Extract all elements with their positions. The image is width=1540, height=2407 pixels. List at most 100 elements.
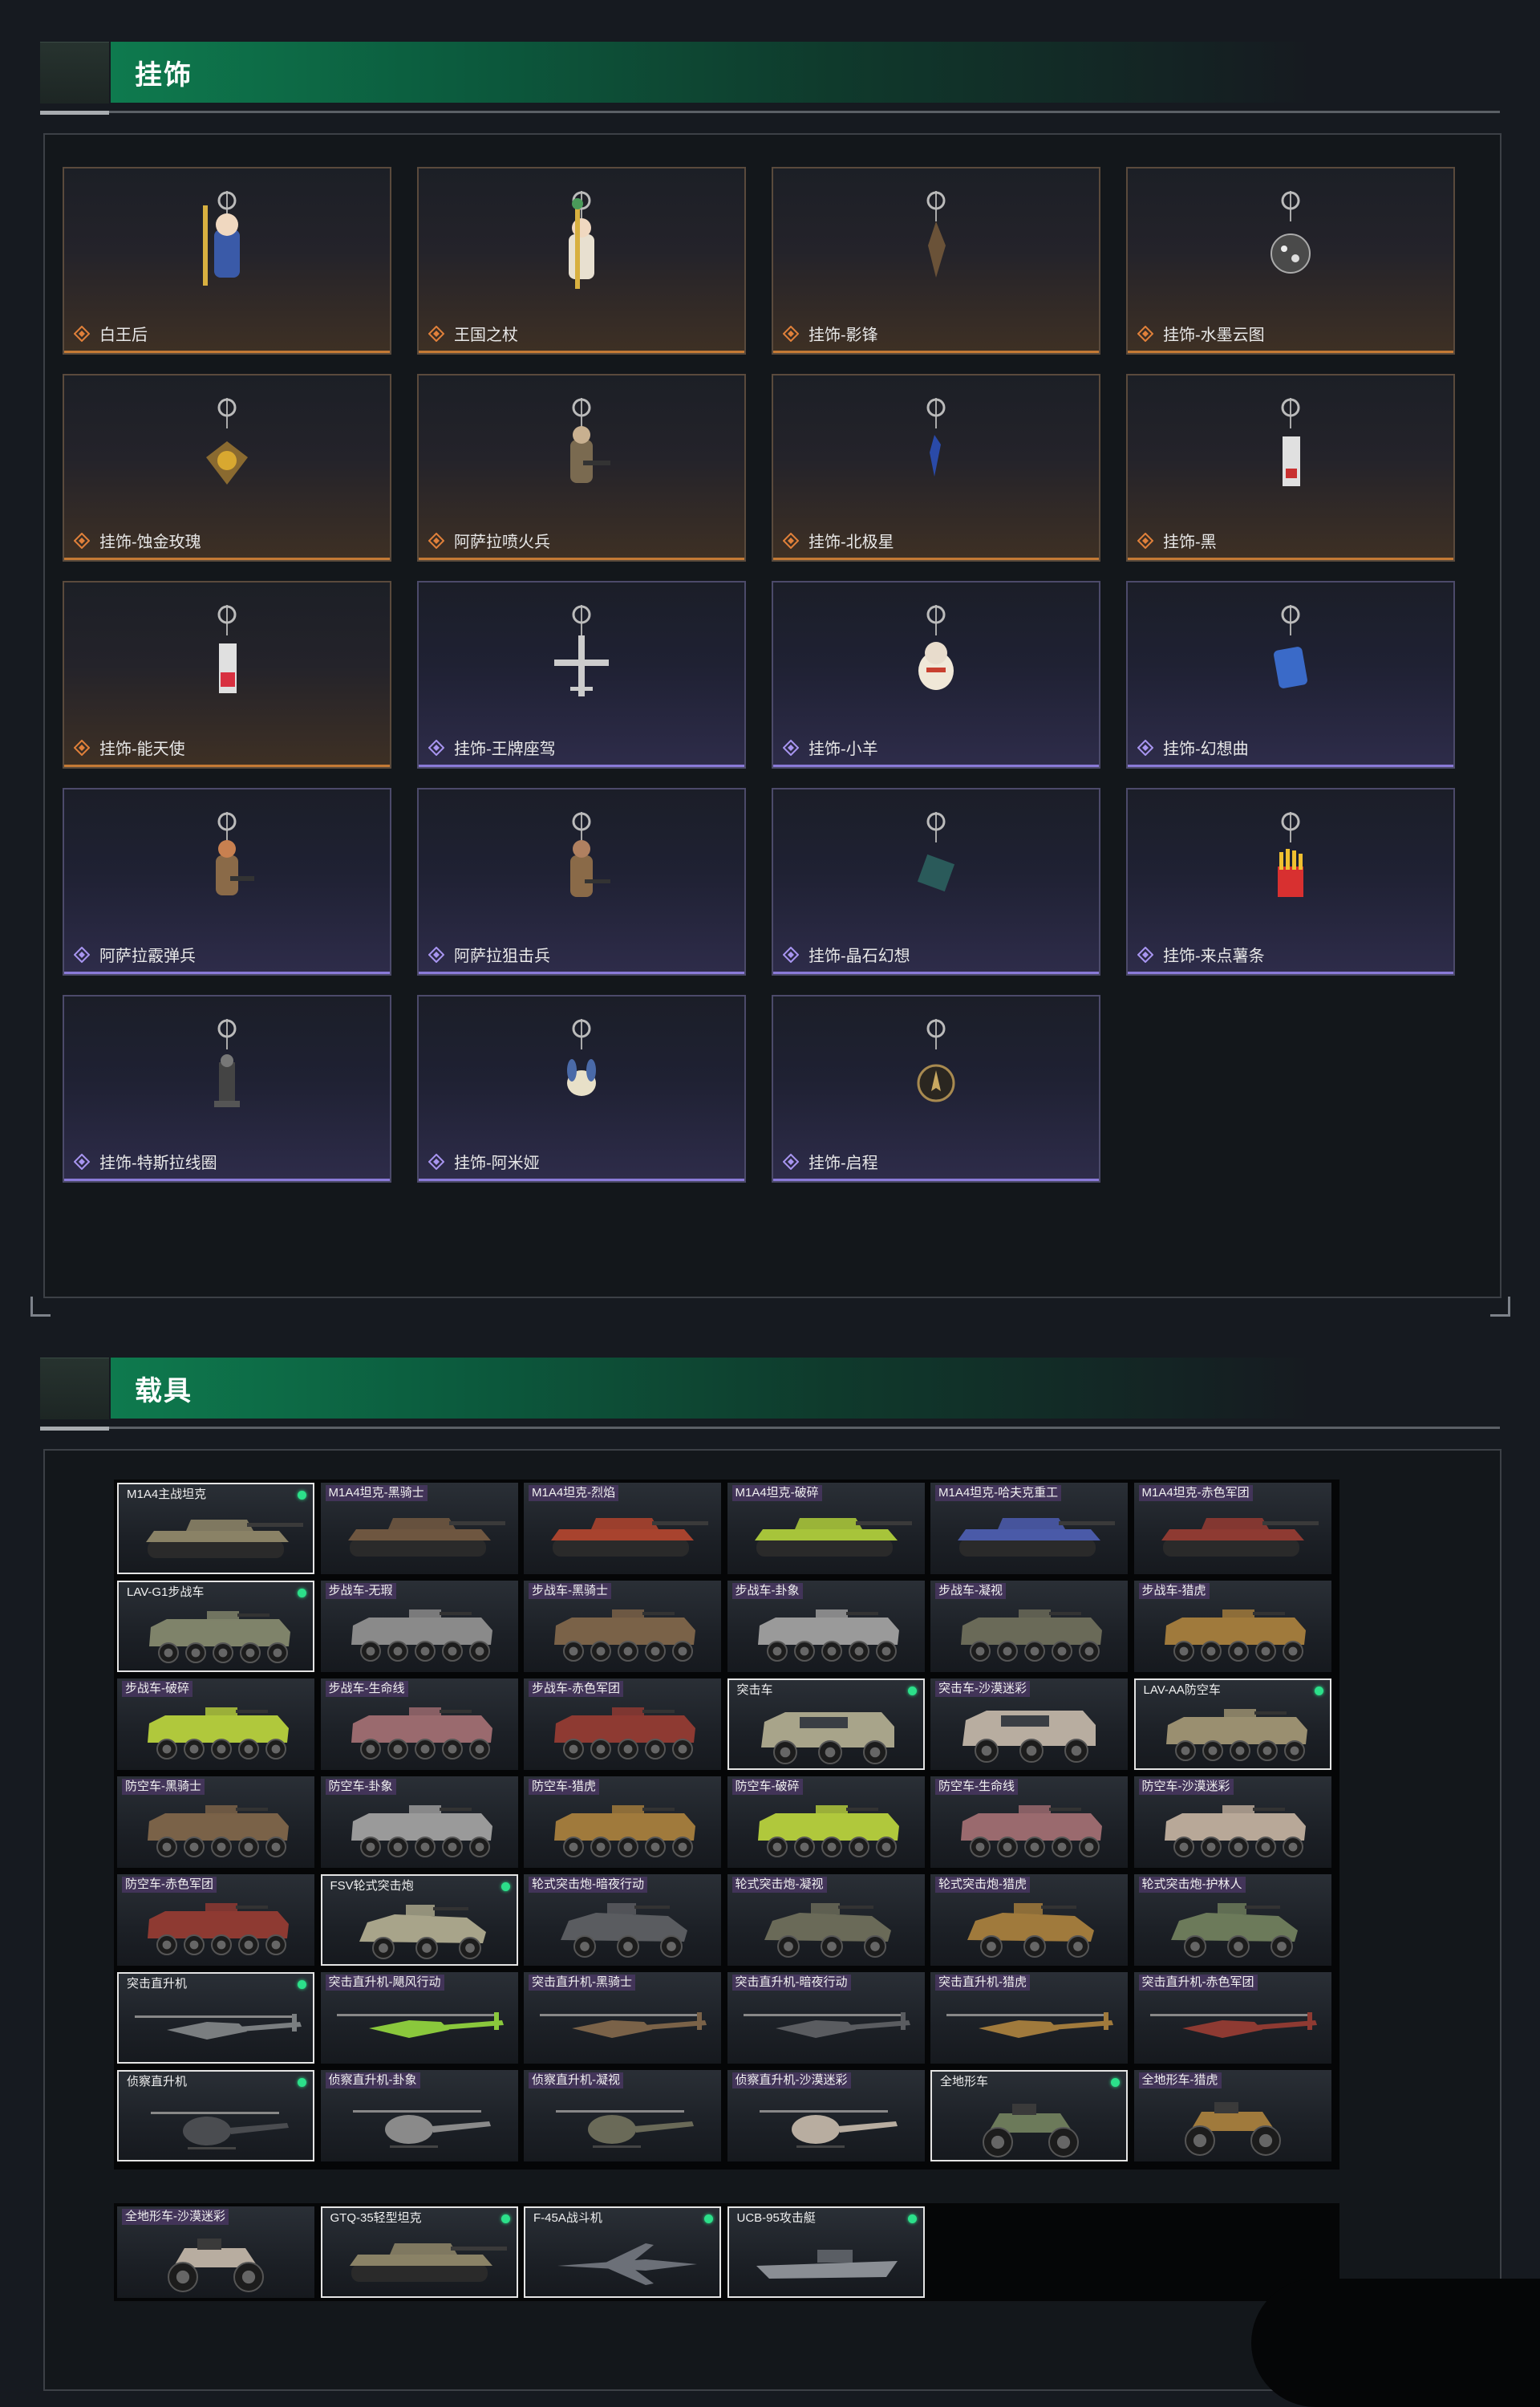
vehicle-skin-tile[interactable]: M1A4坦克-黑骑士 bbox=[320, 1483, 518, 1574]
rarity-diamond-icon bbox=[782, 1153, 800, 1171]
jet-charm-icon bbox=[533, 603, 630, 716]
pendant-card[interactable]: 挂饰-小羊 bbox=[772, 581, 1100, 769]
rarity-diamond-icon bbox=[1137, 532, 1154, 550]
vehicle-skin-tile[interactable]: 侦察直升机-沙漠迷彩 bbox=[727, 2070, 925, 2161]
vehicle-skin-name: 步战车-赤色军团 bbox=[529, 1681, 623, 1697]
vehicle-skin-tile[interactable]: M1A4坦克-破碎 bbox=[727, 1483, 925, 1574]
vehicle-skin-tile[interactable]: 步战车-黑骑士 bbox=[524, 1581, 721, 1672]
vehicle-skin-tile[interactable]: UCB-95攻击艇 bbox=[727, 2206, 925, 2298]
vehicle-skin-tile[interactable]: 步战车-卦象 bbox=[727, 1581, 925, 1672]
section-tab-stub bbox=[40, 42, 109, 104]
vehicle-skin-tile[interactable]: 突击直升机-猎虎 bbox=[930, 1972, 1128, 2064]
pendant-card[interactable]: 挂饰-阿米娅 bbox=[417, 995, 746, 1183]
pendant-card[interactable]: 挂饰-王牌座驾 bbox=[417, 581, 746, 769]
vehicle-skin-tile[interactable]: LAV-AA防空车 bbox=[1133, 1678, 1331, 1770]
vehicle-skin-name: F-45A战斗机 bbox=[533, 2211, 602, 2225]
rarity-diamond-icon bbox=[73, 532, 91, 550]
pendant-card[interactable]: 挂饰-来点薯条 bbox=[1126, 788, 1455, 976]
pendant-card[interactable]: 挂饰-蚀金玫瑰 bbox=[63, 374, 391, 562]
vehicle-skin-name: 防空车-猎虎 bbox=[529, 1779, 599, 1795]
vehicle-skin-tile[interactable]: 防空车-赤色军团 bbox=[117, 1874, 314, 1966]
vehicle-skin-name: M1A4坦克-黑骑士 bbox=[325, 1485, 428, 1501]
vehicle-skin-name: 突击直升机-暗夜行动 bbox=[732, 1975, 851, 1991]
pendant-name: 阿萨拉狙击兵 bbox=[454, 948, 550, 965]
owned-status-dot-icon bbox=[907, 1687, 917, 1695]
vehicle-skin-name: 突击直升机 bbox=[127, 1977, 188, 1991]
pendant-card[interactable]: 阿萨拉喷火兵 bbox=[417, 374, 746, 562]
vehicle-skin-tile[interactable]: 突击直升机 bbox=[117, 1972, 314, 2064]
pendant-card[interactable]: 挂饰-特斯拉线圈 bbox=[63, 995, 391, 1183]
rarity-diamond-icon bbox=[428, 946, 445, 964]
owned-status-dot-icon bbox=[298, 1589, 306, 1597]
sheep-charm-icon bbox=[888, 603, 984, 716]
pendant-card[interactable]: 挂饰-影锋 bbox=[772, 167, 1100, 355]
vehicle-skin-tile[interactable]: 防空车-黑骑士 bbox=[117, 1776, 314, 1868]
vehicle-skin-tile[interactable]: LAV-G1步战车 bbox=[117, 1581, 314, 1672]
pendant-name: 阿萨拉喷火兵 bbox=[454, 534, 550, 551]
vehicle-skin-tile[interactable]: M1A4坦克-哈夫克重工 bbox=[930, 1483, 1128, 1574]
section-title-bar bbox=[111, 1358, 1314, 1419]
shotgun-soldier-icon bbox=[179, 810, 275, 923]
pendant-card[interactable]: 挂饰-启程 bbox=[772, 995, 1100, 1183]
vehicle-skin-tile[interactable]: 轮式突击炮-护林人 bbox=[1133, 1874, 1331, 1966]
vehicle-skin-tile[interactable]: 防空车-卦象 bbox=[320, 1776, 518, 1868]
pendant-card[interactable]: 挂饰-水墨云图 bbox=[1126, 167, 1455, 355]
vehicles-section-title: 载具 bbox=[135, 1376, 192, 1406]
vehicle-skin-tile[interactable]: 突击直升机-飓风行动 bbox=[320, 1972, 518, 2064]
vehicle-skin-tile[interactable]: 轮式突击炮-凝视 bbox=[727, 1874, 925, 1966]
vehicle-skin-tile[interactable]: M1A4坦克-烈焰 bbox=[524, 1483, 721, 1574]
vehicle-skin-tile[interactable]: 防空车-猎虎 bbox=[524, 1776, 721, 1868]
pendant-card[interactable]: 王国之杖 bbox=[417, 167, 746, 355]
vehicle-skin-tile[interactable]: 侦察直升机-凝视 bbox=[524, 2070, 721, 2161]
pendant-card[interactable]: 阿萨拉霰弹兵 bbox=[63, 788, 391, 976]
vehicle-skin-tile[interactable]: 突击直升机-赤色军团 bbox=[1133, 1972, 1331, 2064]
vehicle-skin-tile[interactable]: 轮式突击炮-暗夜行动 bbox=[524, 1874, 721, 1966]
vehicle-skin-tile[interactable]: 突击直升机-暗夜行动 bbox=[727, 1972, 925, 2064]
vehicle-skin-tile[interactable]: 步战车-生命线 bbox=[320, 1678, 518, 1770]
rarity-diamond-icon bbox=[73, 1153, 91, 1171]
vehicle-skin-tile[interactable]: 侦察直升机 bbox=[117, 2070, 314, 2161]
owned-status-dot-icon bbox=[298, 1980, 306, 1989]
rarity-diamond-icon bbox=[428, 532, 445, 550]
pendant-name: 挂饰-蚀金玫瑰 bbox=[99, 534, 201, 551]
vehicle-skin-tile[interactable]: 步战车-无瑕 bbox=[320, 1581, 518, 1672]
vehicle-skin-tile[interactable]: 步战车-破碎 bbox=[117, 1678, 314, 1770]
pendant-card[interactable]: 阿萨拉狙击兵 bbox=[417, 788, 746, 976]
pendant-card[interactable]: 挂饰-晶石幻想 bbox=[772, 788, 1100, 976]
blade-charm-icon bbox=[888, 189, 984, 302]
vehicle-skin-name: 轮式突击炮-凝视 bbox=[732, 1877, 827, 1893]
pendant-name: 挂饰-影锋 bbox=[808, 327, 878, 344]
pendant-card[interactable]: 白王后 bbox=[63, 167, 391, 355]
vehicle-skin-tile[interactable]: 突击车-沙漠迷彩 bbox=[930, 1678, 1128, 1770]
vehicle-skin-tile[interactable]: 防空车-沙漠迷彩 bbox=[1133, 1776, 1331, 1868]
vehicle-skin-tile[interactable]: 防空车-生命线 bbox=[930, 1776, 1128, 1868]
vehicle-skin-tile[interactable]: 防空车-破碎 bbox=[727, 1776, 925, 1868]
pendant-name: 阿萨拉霰弹兵 bbox=[99, 948, 196, 965]
vehicle-skin-tile[interactable]: 轮式突击炮-猎虎 bbox=[930, 1874, 1128, 1966]
vehicle-skin-tile[interactable]: GTQ-35轻型坦克 bbox=[320, 2206, 518, 2298]
vehicle-skin-tile[interactable]: 全地形车 bbox=[930, 2070, 1128, 2161]
vehicle-skin-tile[interactable]: FSV轮式突击炮 bbox=[320, 1874, 518, 1966]
pendant-name: 挂饰-阿米娅 bbox=[454, 1155, 540, 1172]
sniper-soldier-icon bbox=[533, 810, 630, 923]
vehicle-skin-tile[interactable]: 步战车-凝视 bbox=[930, 1581, 1128, 1672]
vehicle-skin-tile[interactable]: 步战车-猎虎 bbox=[1133, 1581, 1331, 1672]
vehicle-skin-tile[interactable]: M1A4坦克-赤色军团 bbox=[1133, 1483, 1331, 1574]
crystal-charm-icon bbox=[1242, 603, 1339, 716]
vehicle-skin-tile[interactable]: F-45A战斗机 bbox=[524, 2206, 721, 2298]
pendant-card[interactable]: 挂饰-能天使 bbox=[63, 581, 391, 769]
vehicle-skin-name: 防空车-赤色军团 bbox=[122, 1877, 217, 1893]
vehicle-skin-tile[interactable]: 侦察直升机-卦象 bbox=[320, 2070, 518, 2161]
vehicle-skin-tile[interactable]: 突击车 bbox=[727, 1678, 925, 1770]
vehicle-skin-name: M1A4主战坦克 bbox=[127, 1488, 207, 1501]
vehicle-skin-tile[interactable]: M1A4主战坦克 bbox=[117, 1483, 314, 1574]
vehicle-skin-tile[interactable]: 全地形车-猎虎 bbox=[1133, 2070, 1331, 2161]
pendant-card[interactable]: 挂饰-黑 bbox=[1126, 374, 1455, 562]
pendant-card[interactable]: 挂饰-北极星 bbox=[772, 374, 1100, 562]
vehicle-skin-tile[interactable]: 步战车-赤色军团 bbox=[524, 1678, 721, 1770]
vehicle-skin-tile[interactable]: 全地形车-沙漠迷彩 bbox=[117, 2206, 314, 2298]
section-divider-accent bbox=[40, 1427, 109, 1431]
vehicle-skin-grid: M1A4主战坦克 M1A4坦克-黑骑士 M1A4坦克-烈焰 M1A4坦克-破碎 M1A4… bbox=[114, 1480, 1339, 2170]
vehicle-skin-tile[interactable]: 突击直升机-黑骑士 bbox=[524, 1972, 721, 2064]
pendant-card[interactable]: 挂饰-幻想曲 bbox=[1126, 581, 1455, 769]
